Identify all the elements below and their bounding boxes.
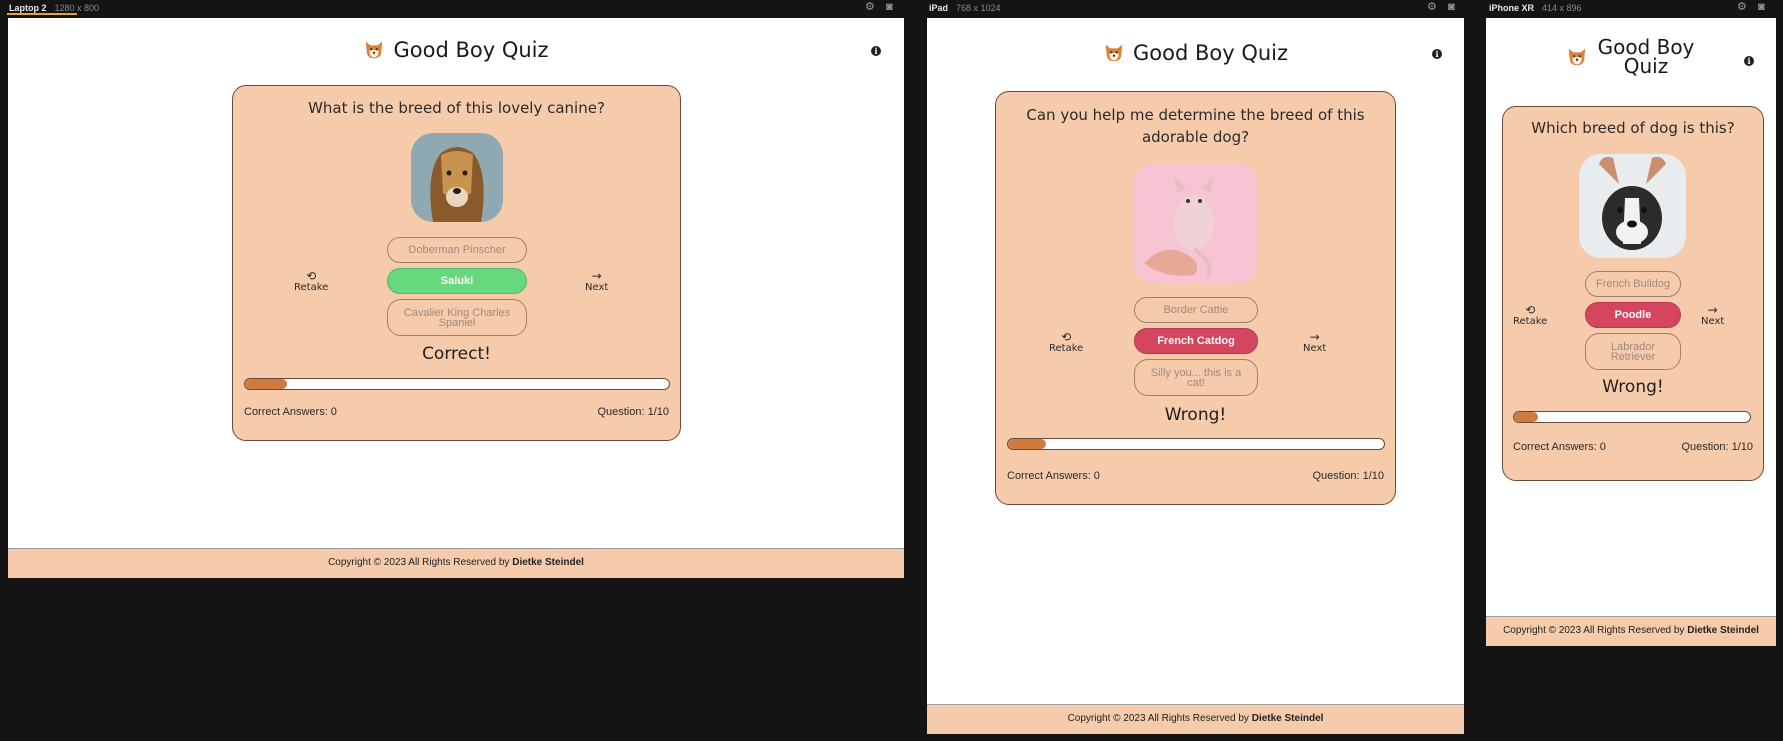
next-label: Next xyxy=(1701,316,1725,327)
copyright-text: Copyright © 2023 All Rights Reserved by xyxy=(1503,625,1685,636)
app-title: Good Boy Quiz xyxy=(1132,41,1289,65)
next-button[interactable]: → Next xyxy=(1701,304,1724,327)
result-text: Wrong! xyxy=(1164,405,1227,425)
progress-bar xyxy=(1513,411,1751,423)
question-counter: Question: 1/10 xyxy=(1312,470,1384,482)
device-label-ipad: iPad 768 x 1024 xyxy=(929,3,1001,13)
progress-bar xyxy=(1007,438,1385,450)
site-header: Good Boy Quiz xyxy=(927,41,1464,65)
ipad-viewport: Good Boy Quiz i Can you help me determin… xyxy=(927,18,1464,734)
device-toolbar-laptop: ⚙ ◙ xyxy=(865,2,897,13)
device-name: iPhone XR xyxy=(1489,3,1535,13)
device-label-iphone: iPhone XR 414 x 896 xyxy=(1489,3,1582,13)
next-button[interactable]: → Next xyxy=(1303,331,1326,354)
site-header: Good Boy Quiz xyxy=(1486,35,1776,78)
retake-label: Retake xyxy=(1513,316,1548,327)
site-header: Good Boy Quiz xyxy=(8,38,904,62)
device-name: Laptop 2 xyxy=(9,3,47,13)
device-name: iPad xyxy=(929,3,949,13)
arrow-right-icon: → xyxy=(1707,303,1718,317)
author-name: Dietke Steindel xyxy=(1687,625,1759,636)
quiz-card: Which breed of dog is this? French Bulld… xyxy=(1502,106,1764,481)
copyright-text: Copyright © 2023 All Rights Reserved by xyxy=(328,557,510,568)
site-footer: Copyright © 2023 All Rights Reserved by … xyxy=(1486,616,1776,646)
app-title: Good Boy Quiz xyxy=(1597,35,1695,78)
question-text: What is the breed of this lovely canine? xyxy=(308,99,605,117)
arrow-right-icon: → xyxy=(1309,330,1320,344)
device-size: 414 x 896 xyxy=(1542,3,1582,13)
camera-icon[interactable]: ◙ xyxy=(1758,2,1769,13)
answer-option-selected[interactable]: Saluki xyxy=(387,268,527,294)
camera-icon[interactable]: ◙ xyxy=(886,2,897,13)
iphone-viewport: Good Boy Quiz i Which breed of dog is th… xyxy=(1486,18,1776,646)
retake-label: Retake xyxy=(294,282,329,293)
gear-icon[interactable]: ⚙ xyxy=(1737,2,1748,13)
author-name: Dietke Steindel xyxy=(1251,713,1324,724)
device-size: 1280 x 800 xyxy=(54,3,100,13)
repeat-icon: ⟲ xyxy=(1061,330,1072,344)
progress-bar xyxy=(244,378,670,390)
correct-answers-count: Correct Answers: 0 xyxy=(244,406,337,418)
device-label-laptop: Laptop 2 1280 x 800 xyxy=(9,3,99,13)
active-device-indicator xyxy=(7,13,77,15)
shiba-dog-icon xyxy=(1568,48,1586,66)
question-text: Can you help me determine the breed of t… xyxy=(1026,106,1365,146)
answer-option-selected[interactable]: Poodle xyxy=(1585,302,1681,328)
answer-option[interactable]: Border Cattie xyxy=(1134,297,1258,323)
repeat-icon: ⟲ xyxy=(1525,303,1536,317)
info-icon[interactable]: i xyxy=(871,46,881,56)
next-label: Next xyxy=(585,282,609,293)
correct-answers-count: Correct Answers: 0 xyxy=(1513,441,1606,453)
site-footer: Copyright © 2023 All Rights Reserved by … xyxy=(8,548,904,578)
shiba-dog-icon xyxy=(366,41,383,59)
site-footer: Copyright © 2023 All Rights Reserved by … xyxy=(927,704,1464,734)
gear-icon[interactable]: ⚙ xyxy=(1427,2,1438,13)
copyright-text: Copyright © 2023 All Rights Reserved by xyxy=(1067,713,1249,724)
result-text: Wrong! xyxy=(1602,377,1664,397)
device-toolbar-iphone: ⚙ ◙ xyxy=(1737,2,1769,13)
dog-photo xyxy=(411,133,503,222)
answer-option[interactable]: Cavalier King Charles Spaniel xyxy=(387,299,527,336)
app-title: Good Boy Quiz xyxy=(393,38,549,62)
retake-button[interactable]: ⟲ Retake xyxy=(1513,304,1547,327)
question-counter: Question: 1/10 xyxy=(597,406,669,418)
laptop-viewport: Good Boy Quiz i What is the breed of thi… xyxy=(8,18,904,578)
correct-answers-count: Correct Answers: 0 xyxy=(1007,470,1100,482)
answer-option-selected[interactable]: French Catdog xyxy=(1134,328,1258,354)
quiz-card: Can you help me determine the breed of t… xyxy=(995,91,1396,505)
answer-option[interactable]: French Bulldog xyxy=(1585,271,1681,297)
retake-button[interactable]: ⟲ Retake xyxy=(1049,331,1083,354)
info-icon[interactable]: i xyxy=(1432,49,1442,59)
device-size: 768 x 1024 xyxy=(956,3,1001,13)
answer-option[interactable]: Labrador Retriever xyxy=(1585,333,1681,370)
dog-photo xyxy=(1579,154,1686,258)
cat-photo xyxy=(1134,163,1258,284)
camera-icon[interactable]: ◙ xyxy=(1448,2,1459,13)
quiz-card: What is the breed of this lovely canine?… xyxy=(232,85,681,441)
retake-button[interactable]: ⟲ Retake xyxy=(294,270,328,293)
progress-fill xyxy=(1008,439,1046,449)
progress-fill xyxy=(1514,412,1538,422)
device-toolbar-ipad: ⚙ ◙ xyxy=(1427,2,1459,13)
arrow-right-icon: → xyxy=(591,269,602,283)
question-text: Which breed of dog is this? xyxy=(1531,119,1735,137)
gear-icon[interactable]: ⚙ xyxy=(865,2,876,13)
author-name: Dietke Steindel xyxy=(512,557,584,568)
progress-fill xyxy=(245,379,288,389)
question-counter: Question: 1/10 xyxy=(1681,441,1753,453)
result-text: Correct! xyxy=(422,344,491,364)
shiba-dog-icon xyxy=(1105,44,1123,62)
next-label: Next xyxy=(1303,343,1327,354)
next-button[interactable]: → Next xyxy=(585,270,608,293)
answer-option[interactable]: Doberman Pinscher xyxy=(387,237,527,263)
info-icon[interactable]: i xyxy=(1744,56,1754,66)
answer-option[interactable]: Silly you... this is a cat! xyxy=(1134,359,1258,396)
retake-label: Retake xyxy=(1049,343,1084,354)
repeat-icon: ⟲ xyxy=(306,269,317,283)
